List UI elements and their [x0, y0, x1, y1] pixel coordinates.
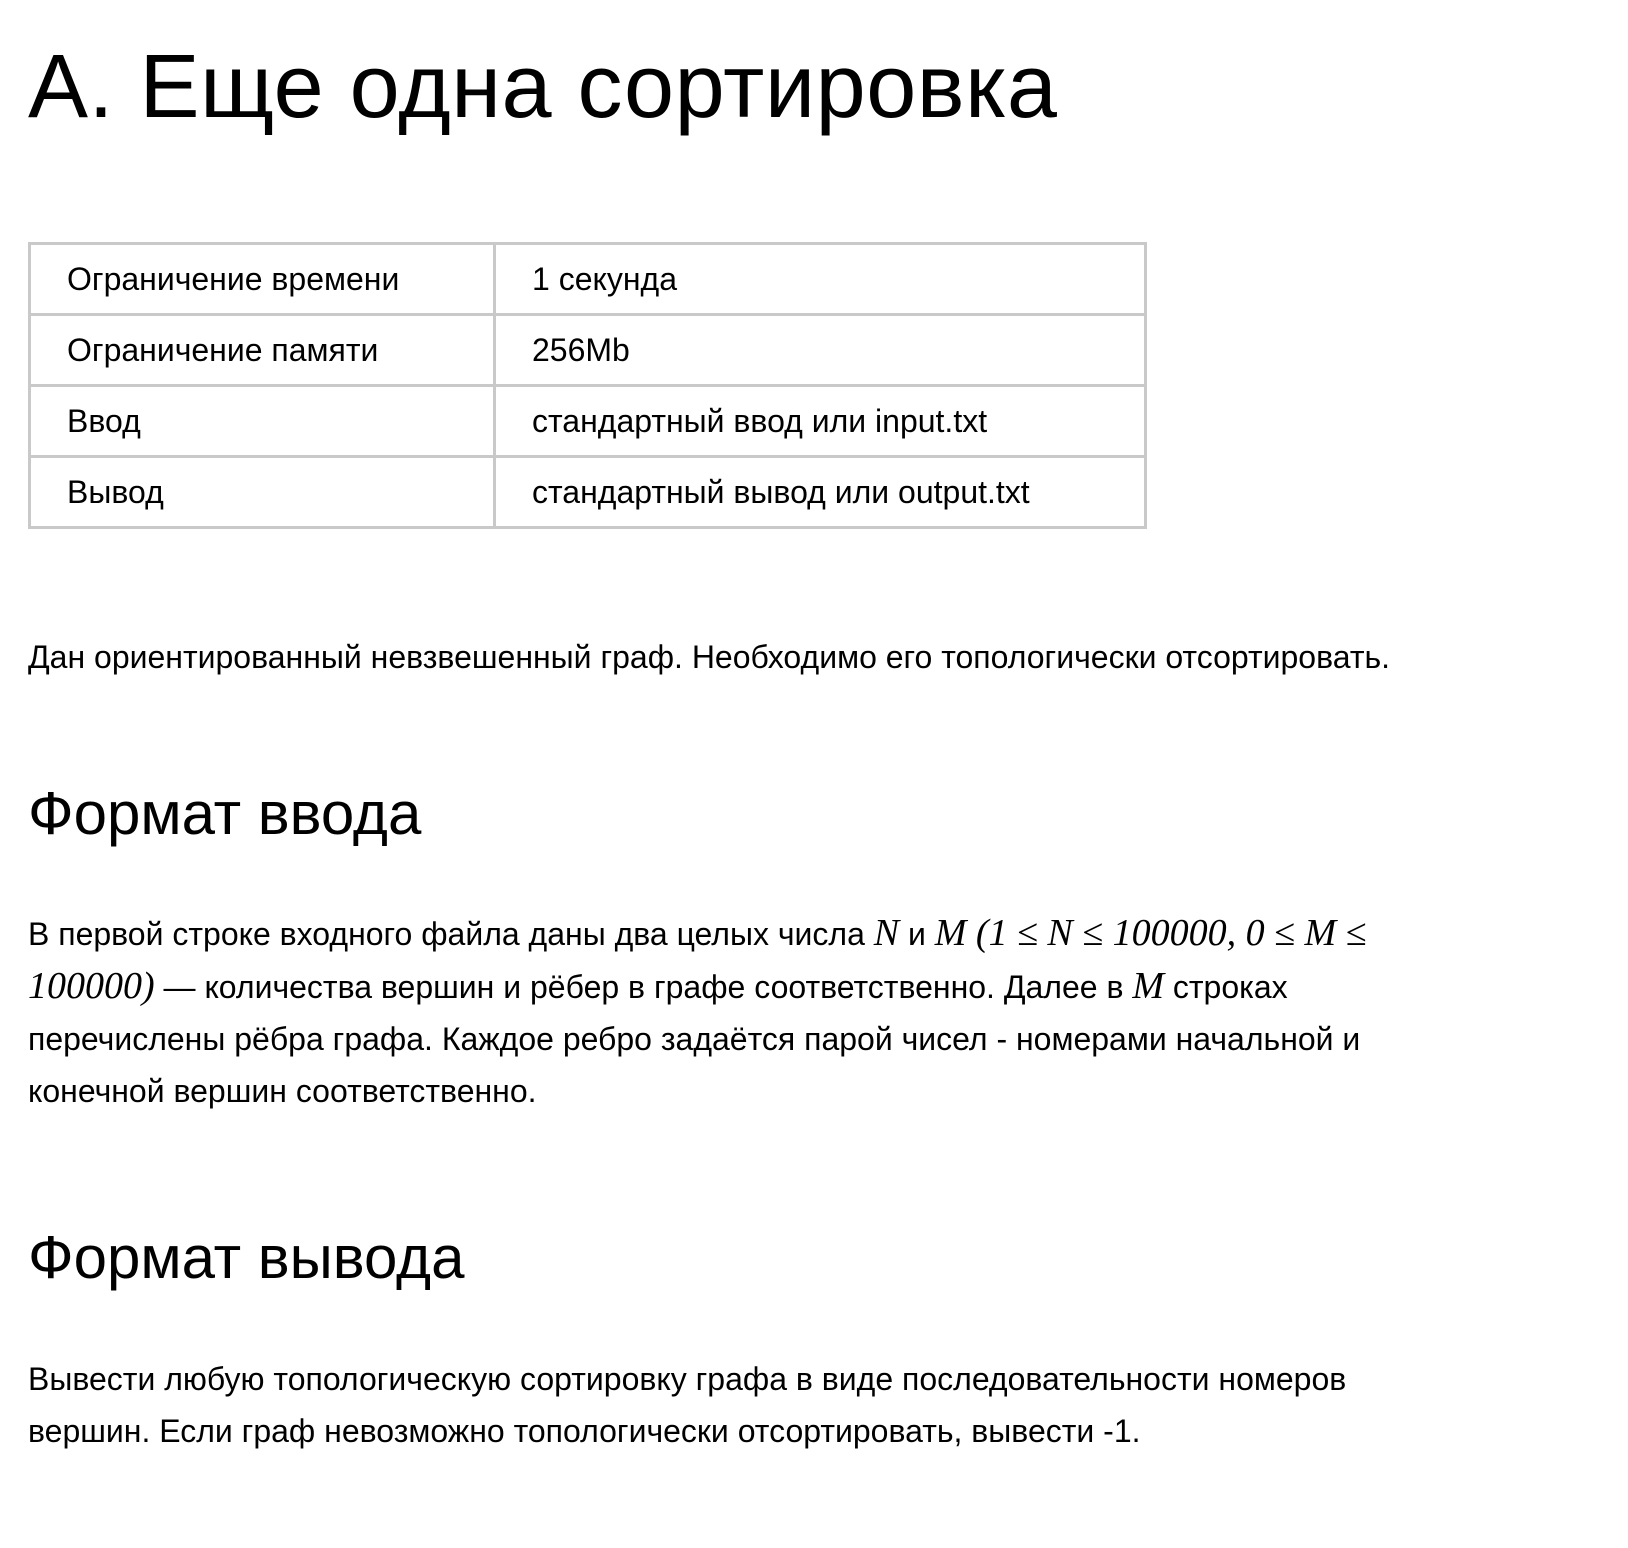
math-constraints: M (1 ≤ N ≤ 100000, 0 ≤ M ≤	[934, 912, 1367, 954]
problem-page: A. Еще одна сортировка Ограничение време…	[28, 0, 1608, 1457]
table-row: Ввод стандартный ввод или input.txt	[28, 384, 1147, 458]
problem-title: A. Еще одна сортировка	[28, 37, 1058, 137]
text-line: В первой строке входного файла даны два …	[28, 907, 1588, 960]
math-n: N	[873, 912, 900, 954]
output-format-heading: Формат вывода	[28, 1224, 465, 1291]
limits-table: Ограничение времени 1 секунда Ограничени…	[28, 242, 1147, 529]
text-line: 100000) — количества вершин и рёбер в гр…	[28, 960, 1588, 1013]
text-line: Вывести любую топологическую сортировку …	[28, 1361, 1347, 1397]
problem-statement: Дан ориентированный невзвешенный граф. Н…	[28, 639, 1391, 675]
text-line: вершин. Если граф невозможно топологичес…	[28, 1413, 1141, 1449]
text-fragment: В первой строке входного файла даны два …	[28, 916, 874, 952]
limit-label: Ввод	[28, 384, 496, 458]
text-line: перечислены рёбра графа. Каждое ребро за…	[28, 1021, 1361, 1057]
limit-value: 1 секунда	[493, 242, 1147, 316]
limit-label: Ограничение памяти	[28, 313, 496, 387]
table-row: Ограничение памяти 256Mb	[28, 313, 1147, 387]
limit-value: стандартный вывод или output.txt	[493, 455, 1147, 529]
math-constraints-end: 100000)	[28, 965, 155, 1007]
table-row: Вывод стандартный вывод или output.txt	[28, 455, 1147, 529]
limit-value: 256Mb	[493, 313, 1147, 387]
text-fragment: — количества вершин и рёбер в графе соот…	[154, 969, 1133, 1005]
text-fragment: и	[899, 916, 935, 952]
limit-label: Вывод	[28, 455, 496, 529]
text-fragment: строках	[1163, 969, 1288, 1005]
table-row: Ограничение времени 1 секунда	[28, 242, 1147, 316]
input-format-heading: Формат ввода	[28, 780, 422, 847]
output-format-text: Вывести любую топологическую сортировку …	[28, 1353, 1588, 1457]
input-format-text: В первой строке входного файла даны два …	[28, 907, 1588, 1117]
text-line: конечной вершин соответственно.	[28, 1073, 537, 1109]
limit-value: стандартный ввод или input.txt	[493, 384, 1147, 458]
math-m: M	[1132, 965, 1164, 1007]
limit-label: Ограничение времени	[28, 242, 496, 316]
